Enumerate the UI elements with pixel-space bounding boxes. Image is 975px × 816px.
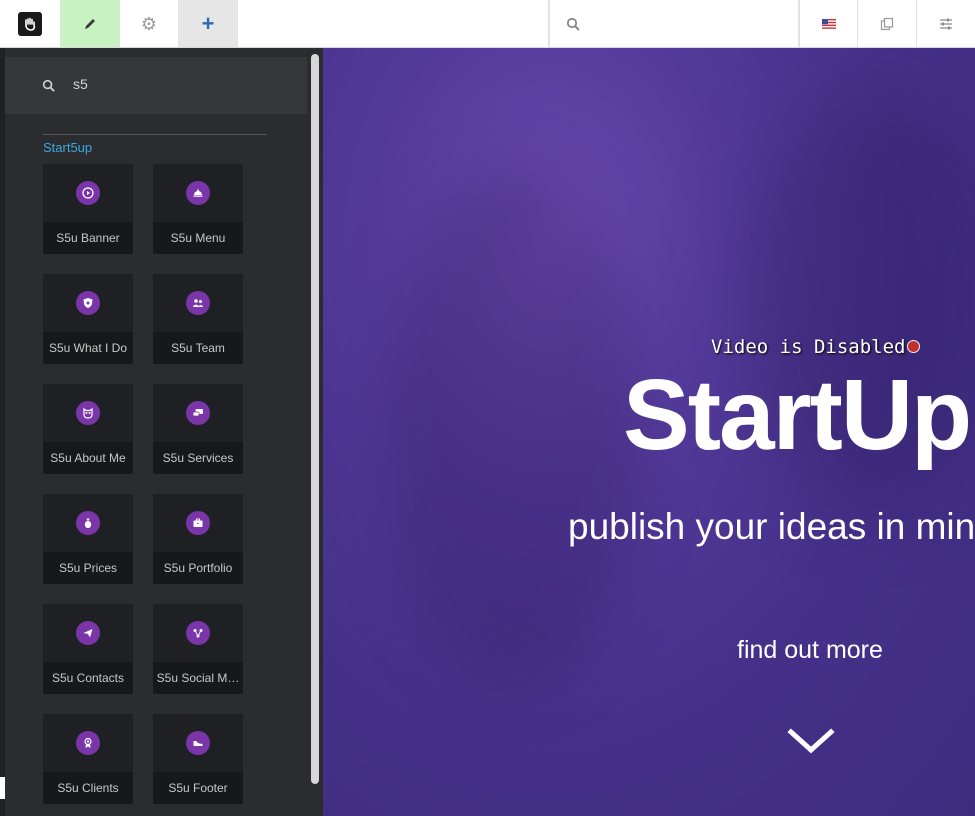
gear-icon: ⚙ (140, 13, 158, 34)
tile-s5u-about-me[interactable]: S5u About Me (43, 384, 133, 474)
search-value: s5 (73, 76, 88, 92)
pages-button[interactable] (858, 0, 917, 47)
sliders-icon (940, 18, 952, 29)
tile-s5u-menu[interactable]: S5u Menu (153, 164, 243, 254)
copy-icon (880, 17, 894, 30)
tile-s5u-portfolio[interactable]: S5u Portfolio (153, 494, 243, 584)
toolbar: ⚙ + (0, 0, 975, 48)
video-disabled-notice: Video is Disabled (711, 336, 906, 358)
hero-title: StartUp (623, 359, 972, 471)
tile-label: S5u Contacts (51, 671, 125, 685)
award-icon (76, 731, 100, 755)
search-icon (566, 17, 580, 31)
tile-label: S5u Menu (170, 231, 226, 245)
hero-subtitle: publish your ideas in min (568, 506, 975, 547)
search-icon (42, 79, 55, 92)
block-search-input[interactable]: s5 (5, 57, 307, 114)
tile-label: S5u Portfolio (163, 561, 233, 575)
hero-section: Video is Disabled StartUp publish your i… (323, 48, 975, 816)
block-panel: s5 Start5up S5u Banner S5u Menu S5u What… (0, 48, 323, 816)
tile-label: S5u What I Do (48, 341, 128, 355)
play-circle-icon (76, 181, 100, 205)
money-bag-icon (76, 511, 100, 535)
tile-s5u-social-media[interactable]: S5u Social M… (153, 604, 243, 694)
panel-edge (0, 48, 5, 816)
language-button[interactable] (799, 0, 858, 47)
tile-label: S5u Services (162, 451, 234, 465)
tile-label: S5u Team (171, 341, 225, 355)
us-flag-icon (821, 18, 836, 29)
tile-label: S5u Banner (56, 231, 120, 245)
owl-icon (76, 401, 100, 425)
panel-resize-handle[interactable] (0, 777, 5, 799)
tile-s5u-banner[interactable]: S5u Banner (43, 164, 133, 254)
options-button[interactable] (917, 0, 975, 47)
settings-button[interactable]: ⚙ (120, 0, 179, 47)
tile-s5u-what-i-do[interactable]: S5u What I Do (43, 274, 133, 364)
tile-s5u-prices[interactable]: S5u Prices (43, 494, 133, 584)
tile-s5u-clients[interactable]: S5u Clients (43, 714, 133, 804)
tile-label: S5u Footer (168, 781, 228, 795)
tile-s5u-services[interactable]: S5u Services (153, 384, 243, 474)
plus-icon: + (201, 10, 215, 36)
panel-scrollbar-thumb[interactable] (311, 54, 319, 784)
tile-s5u-team[interactable]: S5u Team (153, 274, 243, 364)
record-dot-icon (907, 340, 920, 353)
block-group-title: Start5up (43, 140, 93, 155)
paper-plane-icon (76, 621, 100, 645)
share-nodes-icon (186, 621, 210, 645)
toolbar-search[interactable] (549, 0, 799, 47)
chevron-down-icon[interactable] (787, 726, 835, 756)
logo-button[interactable] (0, 0, 61, 47)
tile-label: S5u Clients (57, 781, 119, 795)
pencil-icon (85, 18, 95, 29)
tile-label: S5u Social M… (156, 671, 240, 685)
cloche-icon (186, 181, 210, 205)
tile-label: S5u About Me (50, 451, 126, 465)
users-icon (186, 291, 210, 315)
shield-icon (76, 291, 100, 315)
tile-s5u-footer[interactable]: S5u Footer (153, 714, 243, 804)
edit-mode-button[interactable] (61, 0, 120, 47)
tile-s5u-contacts[interactable]: S5u Contacts (43, 604, 133, 694)
add-block-button[interactable]: + (179, 0, 238, 47)
find-out-more-link[interactable]: find out more (737, 636, 883, 665)
hero-background-shade (383, 168, 643, 688)
shoe-icon (186, 731, 210, 755)
briefcase-icon (186, 511, 210, 535)
hand-logo-icon (18, 11, 42, 36)
divider (43, 134, 267, 135)
toolbar-spacer (238, 0, 549, 47)
tile-label: S5u Prices (58, 561, 118, 575)
chat-icon (186, 401, 210, 425)
